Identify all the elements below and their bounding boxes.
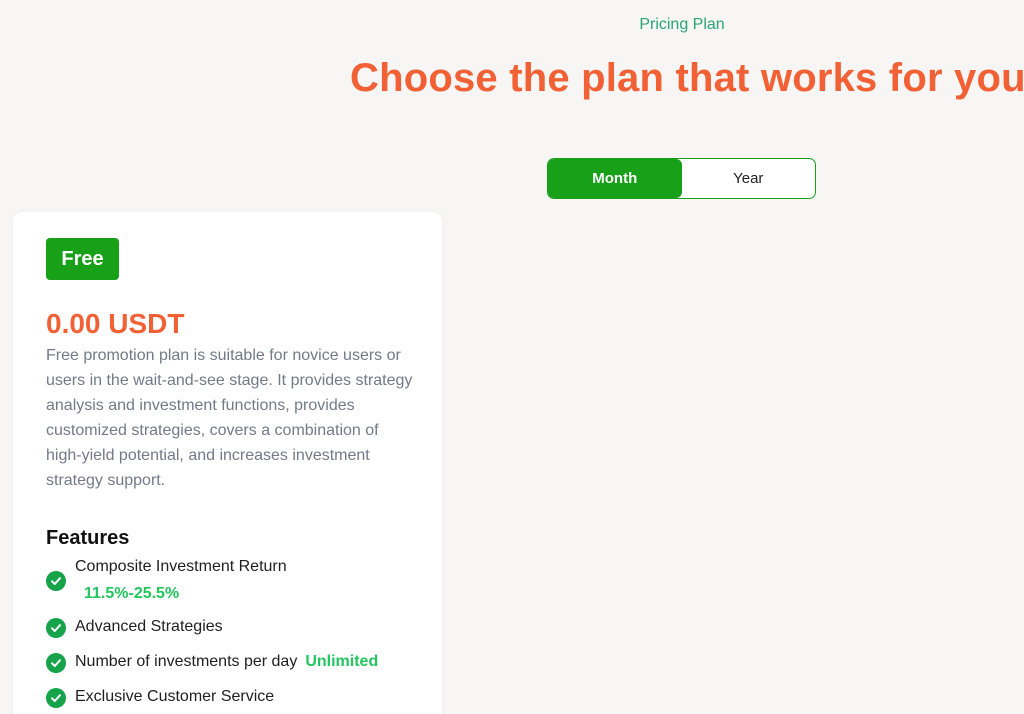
plan-description: Free promotion plan is suitable for novi… xyxy=(46,347,413,489)
check-circle-icon xyxy=(46,653,66,673)
check-circle-icon xyxy=(46,571,66,591)
toggle-year[interactable]: Year xyxy=(682,159,816,198)
check-circle-icon xyxy=(46,688,66,708)
plan-badge: Free xyxy=(46,238,119,280)
feature-label: Number of investments per day xyxy=(75,653,298,670)
feature-item: Composite Investment Return 11.5%-25.5% xyxy=(46,558,287,603)
plan-card-free: Free 0.00 USDT Free promotion plan is su… xyxy=(13,212,442,714)
feature-label: Composite Investment Return xyxy=(75,558,287,575)
feature-item: Advanced Strategies xyxy=(46,618,223,638)
plan-price: 0.00 USDT xyxy=(46,308,185,339)
pricing-page: Pricing Plan Choose the plan that works … xyxy=(0,0,1024,714)
features-title: Features xyxy=(46,527,130,549)
page-headline: Choose the plan that works for you xyxy=(350,56,1024,100)
pricing-eyebrow: Pricing Plan xyxy=(639,16,725,33)
billing-period-toggle: Month Year xyxy=(547,158,816,199)
feature-item: Number of investments per day Unlimited xyxy=(46,653,378,673)
feature-value: 11.5%-25.5% xyxy=(84,585,180,602)
feature-item: Exclusive Customer Service xyxy=(46,688,274,708)
feature-value: Unlimited xyxy=(305,653,379,670)
toggle-month[interactable]: Month xyxy=(548,159,682,198)
feature-label: Exclusive Customer Service xyxy=(75,688,275,705)
check-circle-icon xyxy=(46,618,66,638)
feature-label: Advanced Strategies xyxy=(75,618,223,635)
